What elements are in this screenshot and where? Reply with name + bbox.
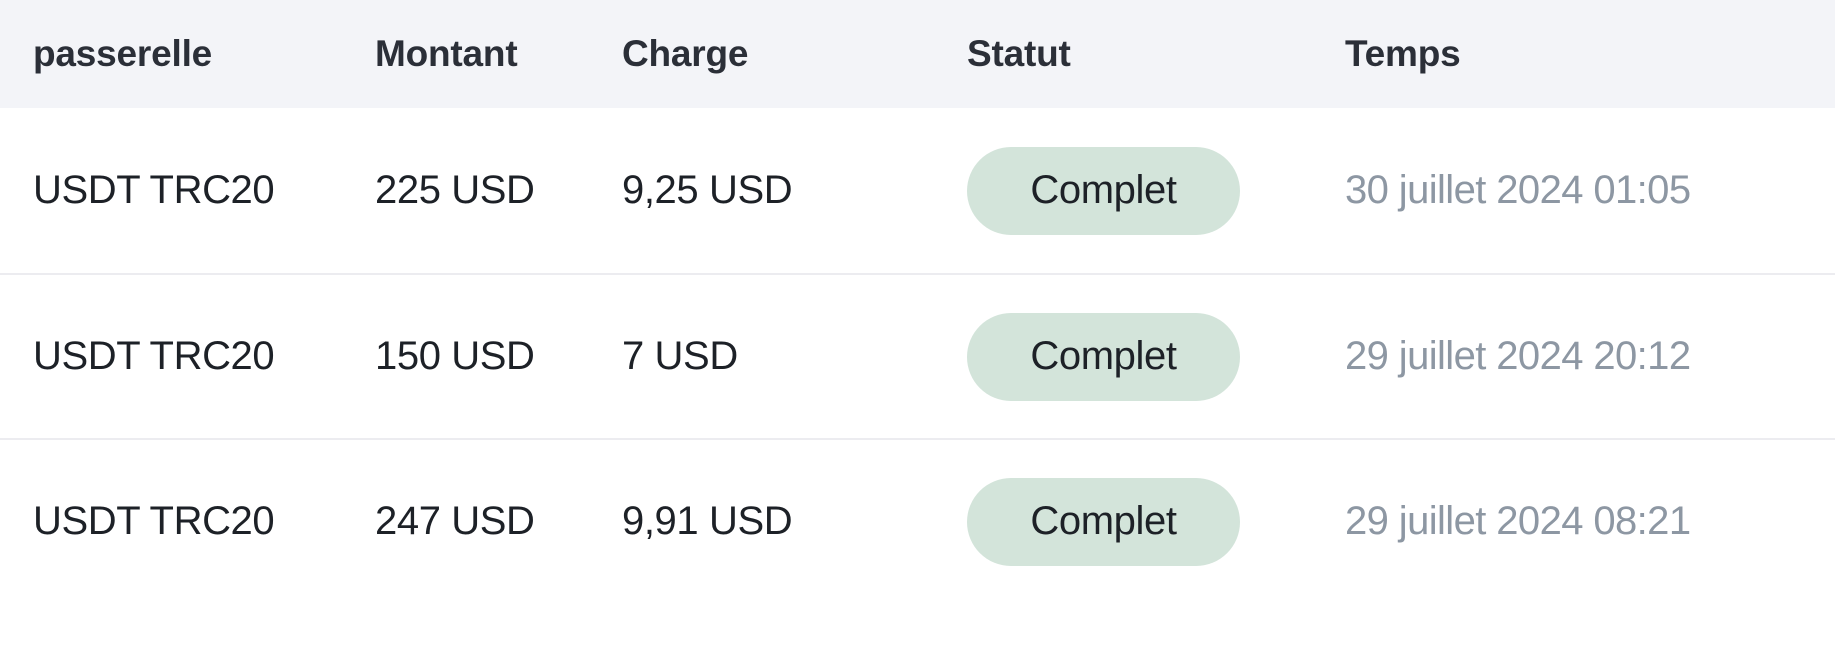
status-badge: Complet (967, 146, 1240, 235)
cell-amount: 225 USD (375, 168, 535, 212)
cell-charge: 7 USD (622, 334, 738, 378)
table-header-row: passerelle Montant Charge Statut Temps (0, 0, 1835, 108)
column-header-status[interactable]: Statut (967, 33, 1345, 75)
status-badge: Complet (967, 312, 1240, 401)
cell-time: 30 juillet 2024 01:05 (1345, 168, 1835, 213)
transactions-table: passerelle Montant Charge Statut Temps U… (0, 0, 1835, 603)
cell-gateway: USDT TRC20 (33, 168, 275, 212)
cell-gateway: USDT TRC20 (33, 499, 275, 543)
timestamp: 30 juillet 2024 01:05 (1345, 168, 1691, 212)
table-row[interactable]: USDT TRC20 150 USD 7 USD Complet 29 juil… (0, 273, 1835, 438)
table-row[interactable]: USDT TRC20 225 USD 9,25 USD Complet 30 j… (0, 108, 1835, 273)
cell-charge: 9,91 USD (622, 499, 793, 543)
cell-time: 29 juillet 2024 20:12 (1345, 334, 1835, 379)
cell-gateway: USDT TRC20 (33, 334, 275, 378)
table-row[interactable]: USDT TRC20 247 USD 9,91 USD Complet 29 j… (0, 438, 1835, 603)
cell-amount: 150 USD (375, 334, 535, 378)
column-header-charge[interactable]: Charge (622, 33, 967, 75)
status-badge: Complet (967, 477, 1240, 566)
timestamp: 29 juillet 2024 20:12 (1345, 334, 1691, 378)
cell-status: Complet (967, 146, 1345, 235)
column-header-time[interactable]: Temps (1345, 33, 1835, 75)
column-header-amount[interactable]: Montant (375, 33, 622, 75)
cell-amount: 247 USD (375, 499, 535, 543)
column-header-gateway[interactable]: passerelle (0, 33, 375, 75)
cell-status: Complet (967, 477, 1345, 566)
cell-time: 29 juillet 2024 08:21 (1345, 499, 1835, 544)
cell-charge: 9,25 USD (622, 168, 793, 212)
timestamp: 29 juillet 2024 08:21 (1345, 499, 1691, 543)
cell-status: Complet (967, 312, 1345, 401)
